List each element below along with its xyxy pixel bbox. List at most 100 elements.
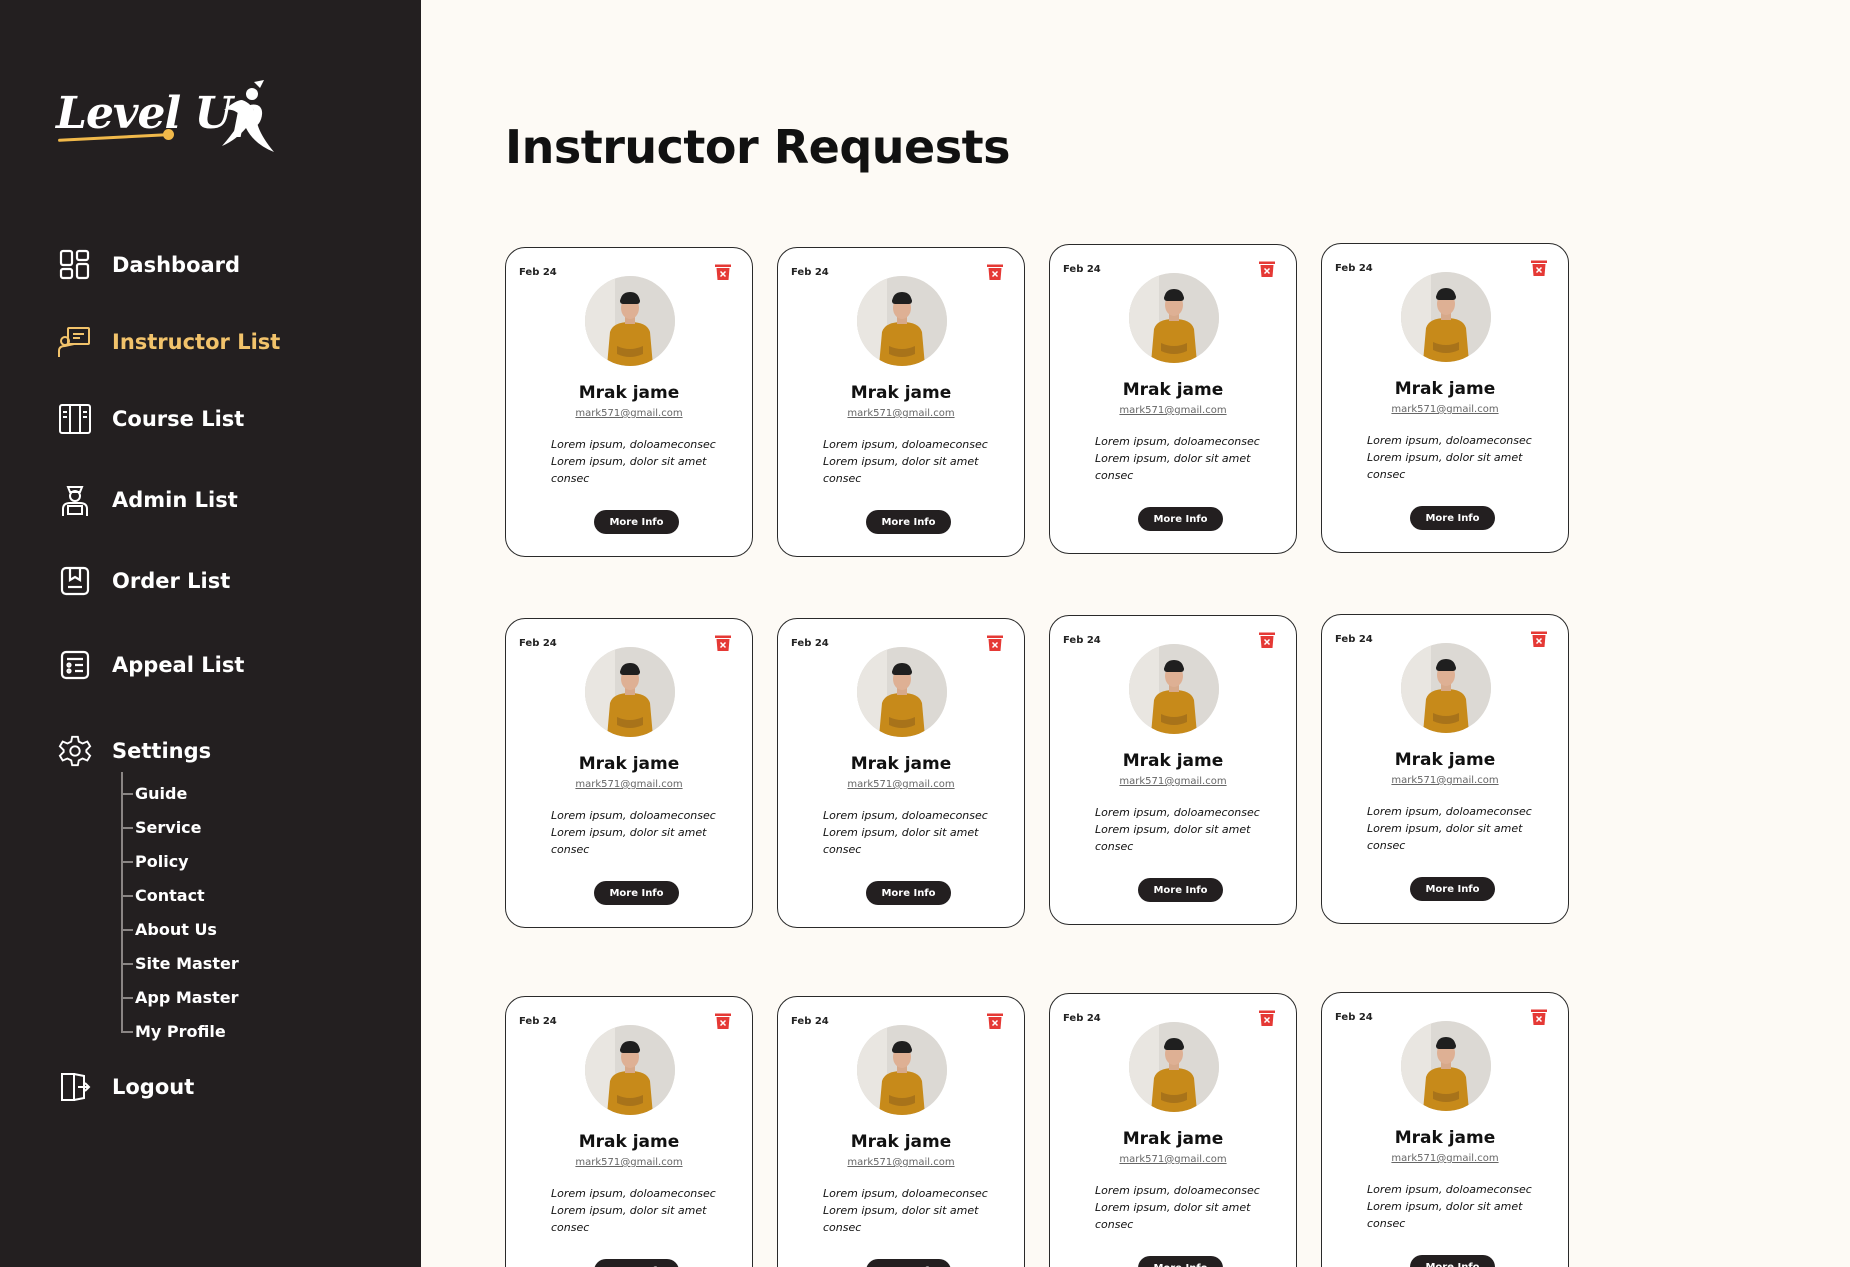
instructor-email[interactable]: mark571@gmail.com [1322,404,1568,415]
settings-sub-app-master[interactable]: App Master [121,988,239,1007]
request-date: Feb 24 [519,638,557,649]
nav-instructor-list[interactable]: Instructor List [58,325,280,359]
instructor-description: Lorem ipsum, doloameconsec Lorem ipsum, … [823,438,988,485]
instructor-email[interactable]: mark571@gmail.com [1322,775,1568,786]
settings-sub-guide[interactable]: Guide [121,784,187,803]
instructor-request-card: Feb 24 Mrak jame mark571@gmail.com Lorem… [1321,614,1569,924]
instructor-name: Mrak jame [850,383,952,403]
instructor-name: Mrak jame [1122,751,1224,771]
logo-dot [163,129,174,140]
delete-icon[interactable] [986,1012,1004,1030]
delete-icon[interactable] [714,263,732,281]
instructor-name: Mrak jame [1394,379,1496,399]
instructor-email[interactable]: mark571@gmail.com [506,408,752,419]
instructor-email[interactable]: mark571@gmail.com [1050,776,1296,787]
settings-sub-contact[interactable]: Contact [121,886,205,905]
instructor-request-card: Feb 24 Mrak jame mark571@gmail.com Lorem… [1049,244,1297,554]
nav-settings-label: Settings [112,739,212,763]
instructor-avatar [585,1025,675,1115]
nav-order-list[interactable]: Order List [58,564,230,598]
instructor-request-card: Feb 24 Mrak jame mark571@gmail.com Lorem… [777,996,1025,1267]
delete-icon[interactable] [986,634,1004,652]
instructor-description: Lorem ipsum, doloameconsec Lorem ipsum, … [1095,806,1260,853]
delete-icon[interactable] [714,634,732,652]
more-info-button[interactable]: More Info [1410,1255,1495,1267]
instructor-email[interactable]: mark571@gmail.com [778,408,1024,419]
instructor-email[interactable]: mark571@gmail.com [1322,1153,1568,1164]
page-title: Instructor Requests [505,120,1010,174]
instructor-name: Mrak jame [1122,1129,1224,1149]
more-info-button[interactable]: More Info [1410,506,1495,530]
instructor-name: Mrak jame [578,754,680,774]
instructor-email[interactable]: mark571@gmail.com [778,1157,1024,1168]
delete-icon[interactable] [1530,630,1548,648]
instructor-avatar [585,276,675,366]
sidebar: Level Up Dashboard Instructor List Cours… [0,0,421,1267]
book-icon [58,402,92,436]
level-up-logo[interactable]: Level Up [56,78,281,164]
more-info-button[interactable]: More Info [866,881,951,905]
more-info-button[interactable]: More Info [866,510,951,534]
more-info-button[interactable]: More Info [594,1259,679,1267]
instructor-avatar [585,647,675,737]
instructor-description: Lorem ipsum, doloameconsec Lorem ipsum, … [823,1187,988,1234]
instructor-email[interactable]: mark571@gmail.com [1050,405,1296,416]
settings-sub-policy[interactable]: Policy [121,852,189,871]
instructor-email[interactable]: mark571@gmail.com [506,779,752,790]
instructor-avatar [1401,643,1491,733]
nav-logout[interactable]: Logout [58,1070,194,1104]
more-info-button[interactable]: More Info [1138,878,1223,902]
instructor-description: Lorem ipsum, doloameconsec Lorem ipsum, … [1095,435,1260,482]
delete-icon[interactable] [1258,631,1276,649]
instructor-avatar [857,1025,947,1115]
request-date: Feb 24 [791,638,829,649]
nav-appeal-list[interactable]: Appeal List [58,648,244,682]
settings-sub-site-master[interactable]: Site Master [121,954,239,973]
gear-icon [58,734,92,768]
more-info-button[interactable]: More Info [1138,1256,1223,1267]
instructor-name: Mrak jame [850,1132,952,1152]
more-info-button[interactable]: More Info [594,510,679,534]
nav-course-list[interactable]: Course List [58,402,244,436]
more-info-button[interactable]: More Info [1410,877,1495,901]
instructor-avatar [857,647,947,737]
instructor-description: Lorem ipsum, doloameconsec Lorem ipsum, … [551,809,716,856]
more-info-button[interactable]: More Info [1138,507,1223,531]
more-info-button[interactable]: More Info [866,1259,951,1267]
request-date: Feb 24 [791,267,829,278]
request-date: Feb 24 [1335,263,1373,274]
nav-admin-list[interactable]: Admin List [58,483,238,517]
delete-icon[interactable] [1258,1009,1276,1027]
nav-dashboard-label: Dashboard [112,253,241,277]
instructor-email[interactable]: mark571@gmail.com [1050,1154,1296,1165]
delete-icon[interactable] [714,1012,732,1030]
delete-icon[interactable] [1258,260,1276,278]
instructor-avatar [1401,1021,1491,1111]
settings-sub-my-profile[interactable]: My Profile [121,1022,226,1041]
nav-settings[interactable]: Settings [58,734,211,768]
request-date: Feb 24 [1063,1013,1101,1024]
request-date: Feb 24 [1063,264,1101,275]
nav-dashboard[interactable]: Dashboard [58,248,240,282]
delete-icon[interactable] [1530,259,1548,277]
instructor-description: Lorem ipsum, doloameconsec Lorem ipsum, … [1367,1183,1532,1230]
instructor-email[interactable]: mark571@gmail.com [778,779,1024,790]
instructor-request-card: Feb 24 Mrak jame mark571@gmail.com Lorem… [1049,615,1297,925]
instructor-description: Lorem ipsum, doloameconsec Lorem ipsum, … [1095,1184,1260,1231]
instructor-name: Mrak jame [578,1132,680,1152]
delete-icon[interactable] [1530,1008,1548,1026]
delete-icon[interactable] [986,263,1004,281]
dashboard-icon [58,248,92,282]
instructor-board-icon [58,325,92,359]
instructor-name: Mrak jame [1122,380,1224,400]
nav-order-list-label: Order List [112,569,231,593]
instructor-avatar [1129,273,1219,363]
instructor-email[interactable]: mark571@gmail.com [506,1157,752,1168]
settings-sub-about-us[interactable]: About Us [121,920,217,939]
request-date: Feb 24 [1063,635,1101,646]
instructor-request-card: Feb 24 Mrak jame mark571@gmail.com Lorem… [777,247,1025,557]
appeal-list-icon [58,648,92,682]
instructor-name: Mrak jame [1394,1128,1496,1148]
settings-sub-service[interactable]: Service [121,818,202,837]
more-info-button[interactable]: More Info [594,881,679,905]
